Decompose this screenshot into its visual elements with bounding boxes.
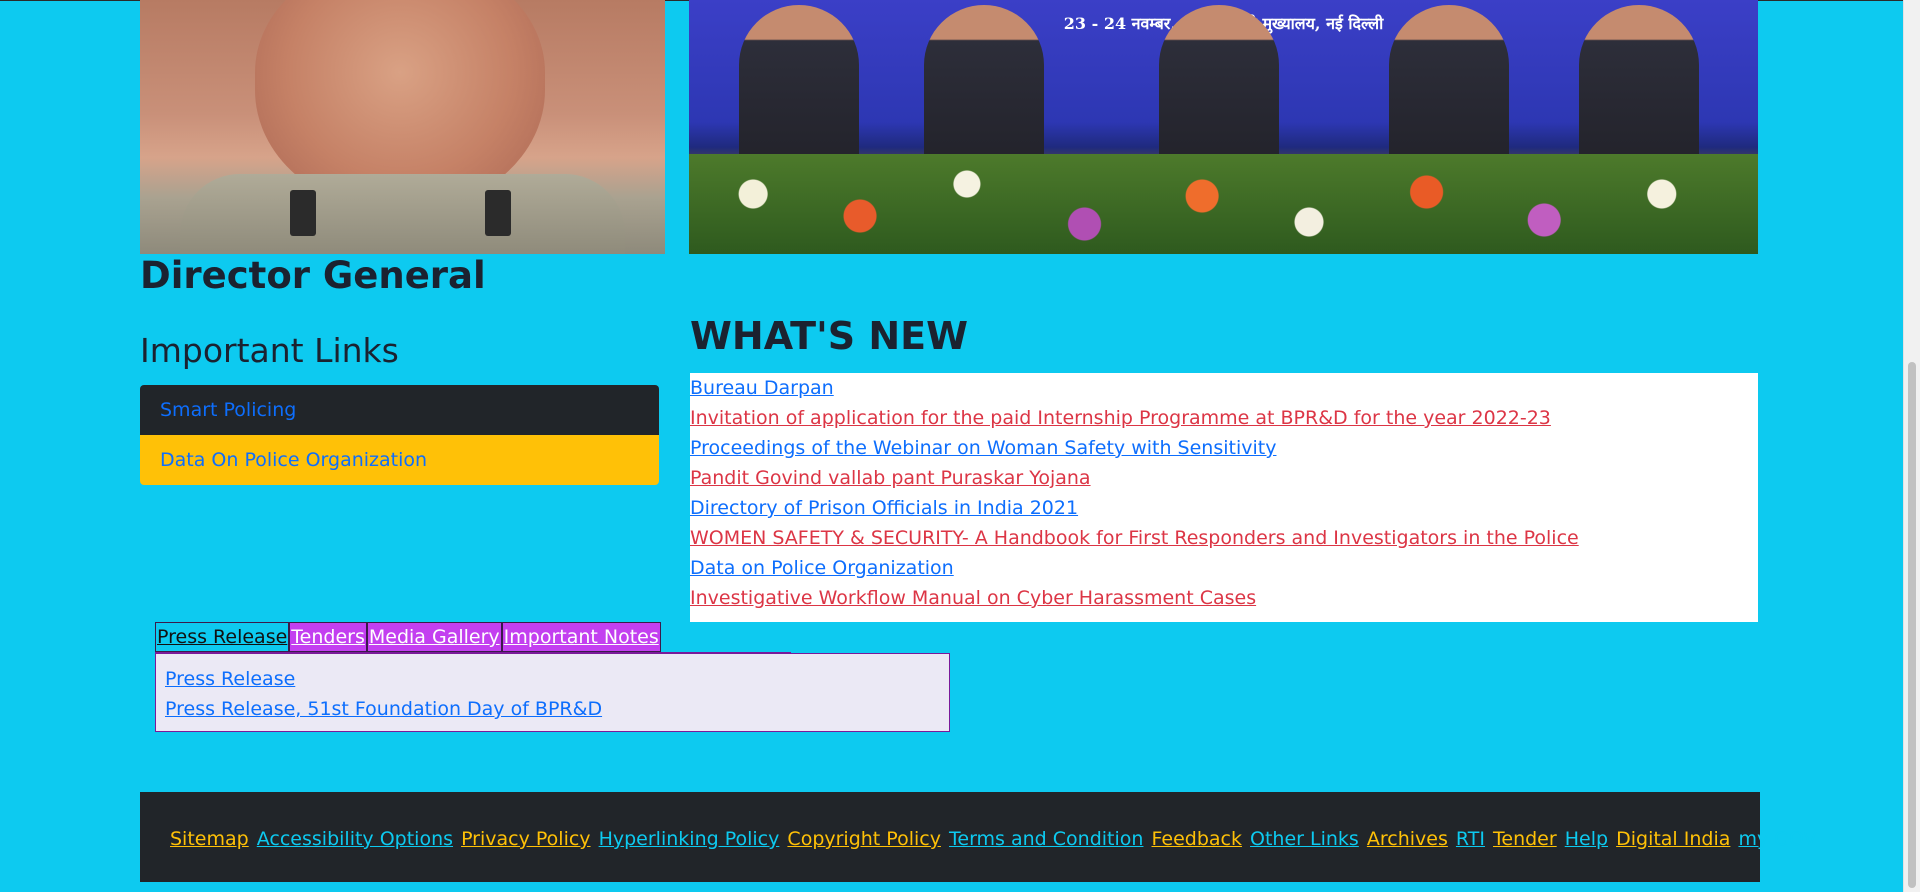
whats-new-heading: WHAT'S NEW: [690, 314, 969, 358]
event-person: [1389, 5, 1509, 160]
event-person: [1579, 5, 1699, 160]
footer-links: Sitemap Accessibility Options Privacy Po…: [170, 792, 1819, 882]
list-item: WOMEN SAFETY & SECURITY- A Handbook for …: [690, 523, 1758, 553]
news-link[interactable]: WOMEN SAFETY & SECURITY- A Handbook for …: [690, 527, 1579, 549]
director-general-photo: [140, 0, 665, 254]
footer-link-feedback[interactable]: Feedback: [1152, 828, 1242, 850]
uniform-collar: [180, 174, 625, 254]
tab-important-notes[interactable]: Important Notes: [501, 622, 661, 652]
news-link[interactable]: Directory of Prison Officials in India 2…: [690, 497, 1078, 519]
event-person: [924, 5, 1044, 160]
important-links-heading: Important Links: [140, 331, 399, 370]
list-item: Investigative Workflow Manual on Cyber H…: [690, 583, 1758, 613]
list-item: Data on Police Organization: [690, 553, 1758, 583]
footer-link-copyright-policy[interactable]: Copyright Policy: [787, 828, 941, 850]
footer-link-tender[interactable]: Tender: [1493, 828, 1557, 850]
list-item: Bureau Darpan: [690, 373, 1758, 403]
news-link[interactable]: Investigative Workflow Manual on Cyber H…: [690, 587, 1256, 609]
scrollbar-thumb[interactable]: [1908, 362, 1916, 888]
footer-link-archives[interactable]: Archives: [1367, 828, 1448, 850]
footer-link-other-links[interactable]: Other Links: [1250, 828, 1359, 850]
important-link-data-on-police-organization[interactable]: Data On Police Organization: [140, 435, 659, 485]
event-person: [1159, 5, 1279, 160]
list-item: Proceedings of the Webinar on Woman Safe…: [690, 433, 1758, 463]
list-item: Invitation of application for the paid I…: [690, 403, 1758, 433]
tab-press-release[interactable]: Press Release: [155, 622, 290, 652]
footer-link-digital-india[interactable]: Digital India: [1616, 828, 1730, 850]
news-tabs: Press Release Tenders Media Gallery Impo…: [155, 622, 661, 652]
news-link[interactable]: Data on Police Organization: [690, 557, 954, 579]
important-link-smart-policing[interactable]: Smart Policing: [140, 385, 659, 435]
press-release-link[interactable]: Press Release, 51st Foundation Day of BP…: [165, 694, 940, 724]
collar-badge: [485, 190, 511, 236]
list-item: Directory of Prison Officials in India 2…: [690, 493, 1758, 523]
news-link[interactable]: Proceedings of the Webinar on Woman Safe…: [690, 437, 1276, 459]
tab-tenders[interactable]: Tenders: [289, 622, 367, 652]
whats-new-list: Bureau Darpan Invitation of application …: [690, 373, 1758, 622]
footer: Sitemap Accessibility Options Privacy Po…: [140, 792, 1817, 882]
footer-link-help[interactable]: Help: [1565, 828, 1608, 850]
tab-media-gallery[interactable]: Media Gallery: [366, 622, 502, 652]
press-release-link[interactable]: Press Release: [165, 664, 940, 694]
tab-panel-press-release: Press Release Press Release, 51st Founda…: [155, 653, 950, 732]
news-link[interactable]: Invitation of application for the paid I…: [690, 407, 1551, 429]
footer-link-sitemap[interactable]: Sitemap: [170, 828, 249, 850]
footer-link-privacy-policy[interactable]: Privacy Policy: [461, 828, 590, 850]
news-link[interactable]: Bureau Darpan: [690, 377, 834, 399]
footer-link-accessibility-options[interactable]: Accessibility Options: [257, 828, 453, 850]
collar-badge: [290, 190, 316, 236]
list-item: Pandit Govind vallab pant Puraskar Yojan…: [690, 463, 1758, 493]
flower-arrangement: [689, 154, 1758, 254]
page-scrollbar[interactable]: [1903, 0, 1920, 892]
footer-link-my-gov[interactable]: my GOV: [1738, 828, 1816, 850]
footer-link-hyperlinking-policy[interactable]: Hyperlinking Policy: [599, 828, 780, 850]
event-photo: 23 - 24 नवम्बर, 2021 ब्यूरो मुख्यालय, नई…: [689, 0, 1758, 254]
event-person: [739, 5, 859, 160]
news-link[interactable]: Pandit Govind vallab pant Puraskar Yojan…: [690, 467, 1091, 489]
footer-link-terms-and-condition[interactable]: Terms and Condition: [949, 828, 1143, 850]
footer-link-rti[interactable]: RTI: [1456, 828, 1485, 850]
director-general-title: Director General: [140, 254, 486, 297]
